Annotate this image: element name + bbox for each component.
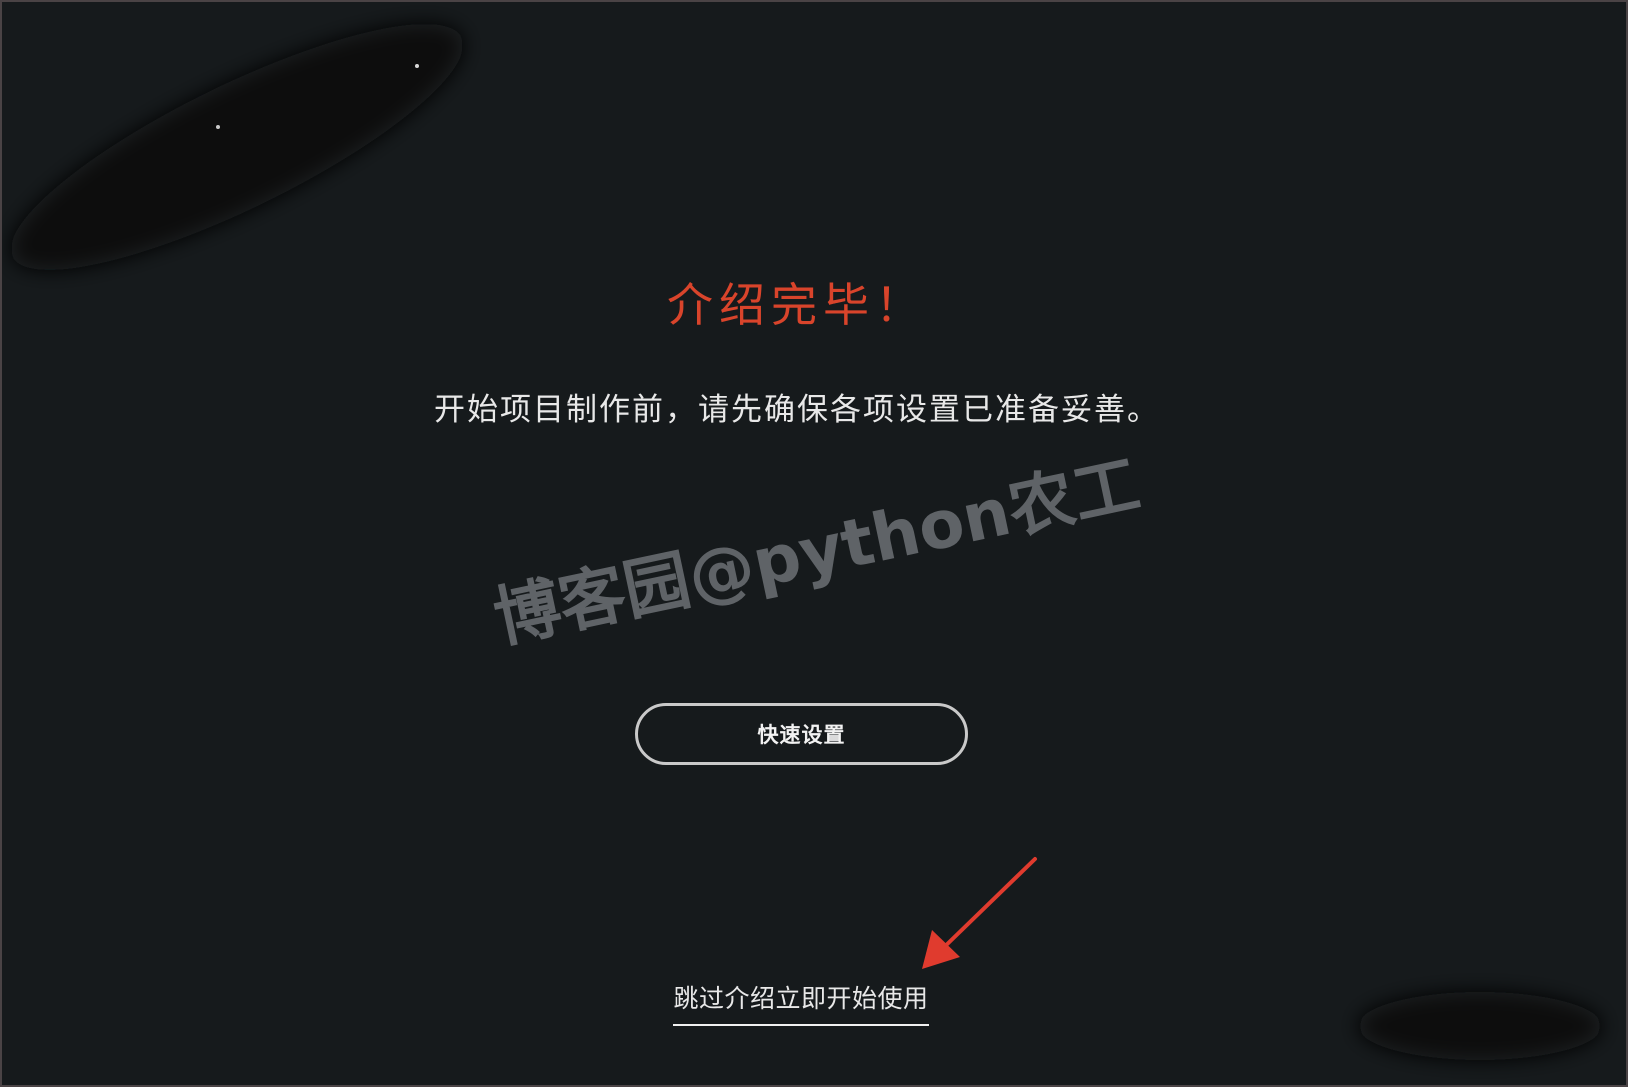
- speck: [216, 125, 220, 129]
- quick-setup-button[interactable]: 快速设置: [635, 703, 968, 765]
- arrow-shaft: [935, 857, 1037, 956]
- quick-setup-label: 快速设置: [757, 723, 846, 747]
- arrow-head: [922, 930, 960, 969]
- skip-intro-label[interactable]: 跳过介绍立即开始使用: [673, 984, 929, 1026]
- page-title: 介绍完毕！: [667, 278, 927, 332]
- skip-intro-link[interactable]: 跳过介绍立即开始使用: [2, 984, 1600, 1026]
- speck: [415, 64, 419, 68]
- redaction-mark-top-left: [10, 24, 464, 270]
